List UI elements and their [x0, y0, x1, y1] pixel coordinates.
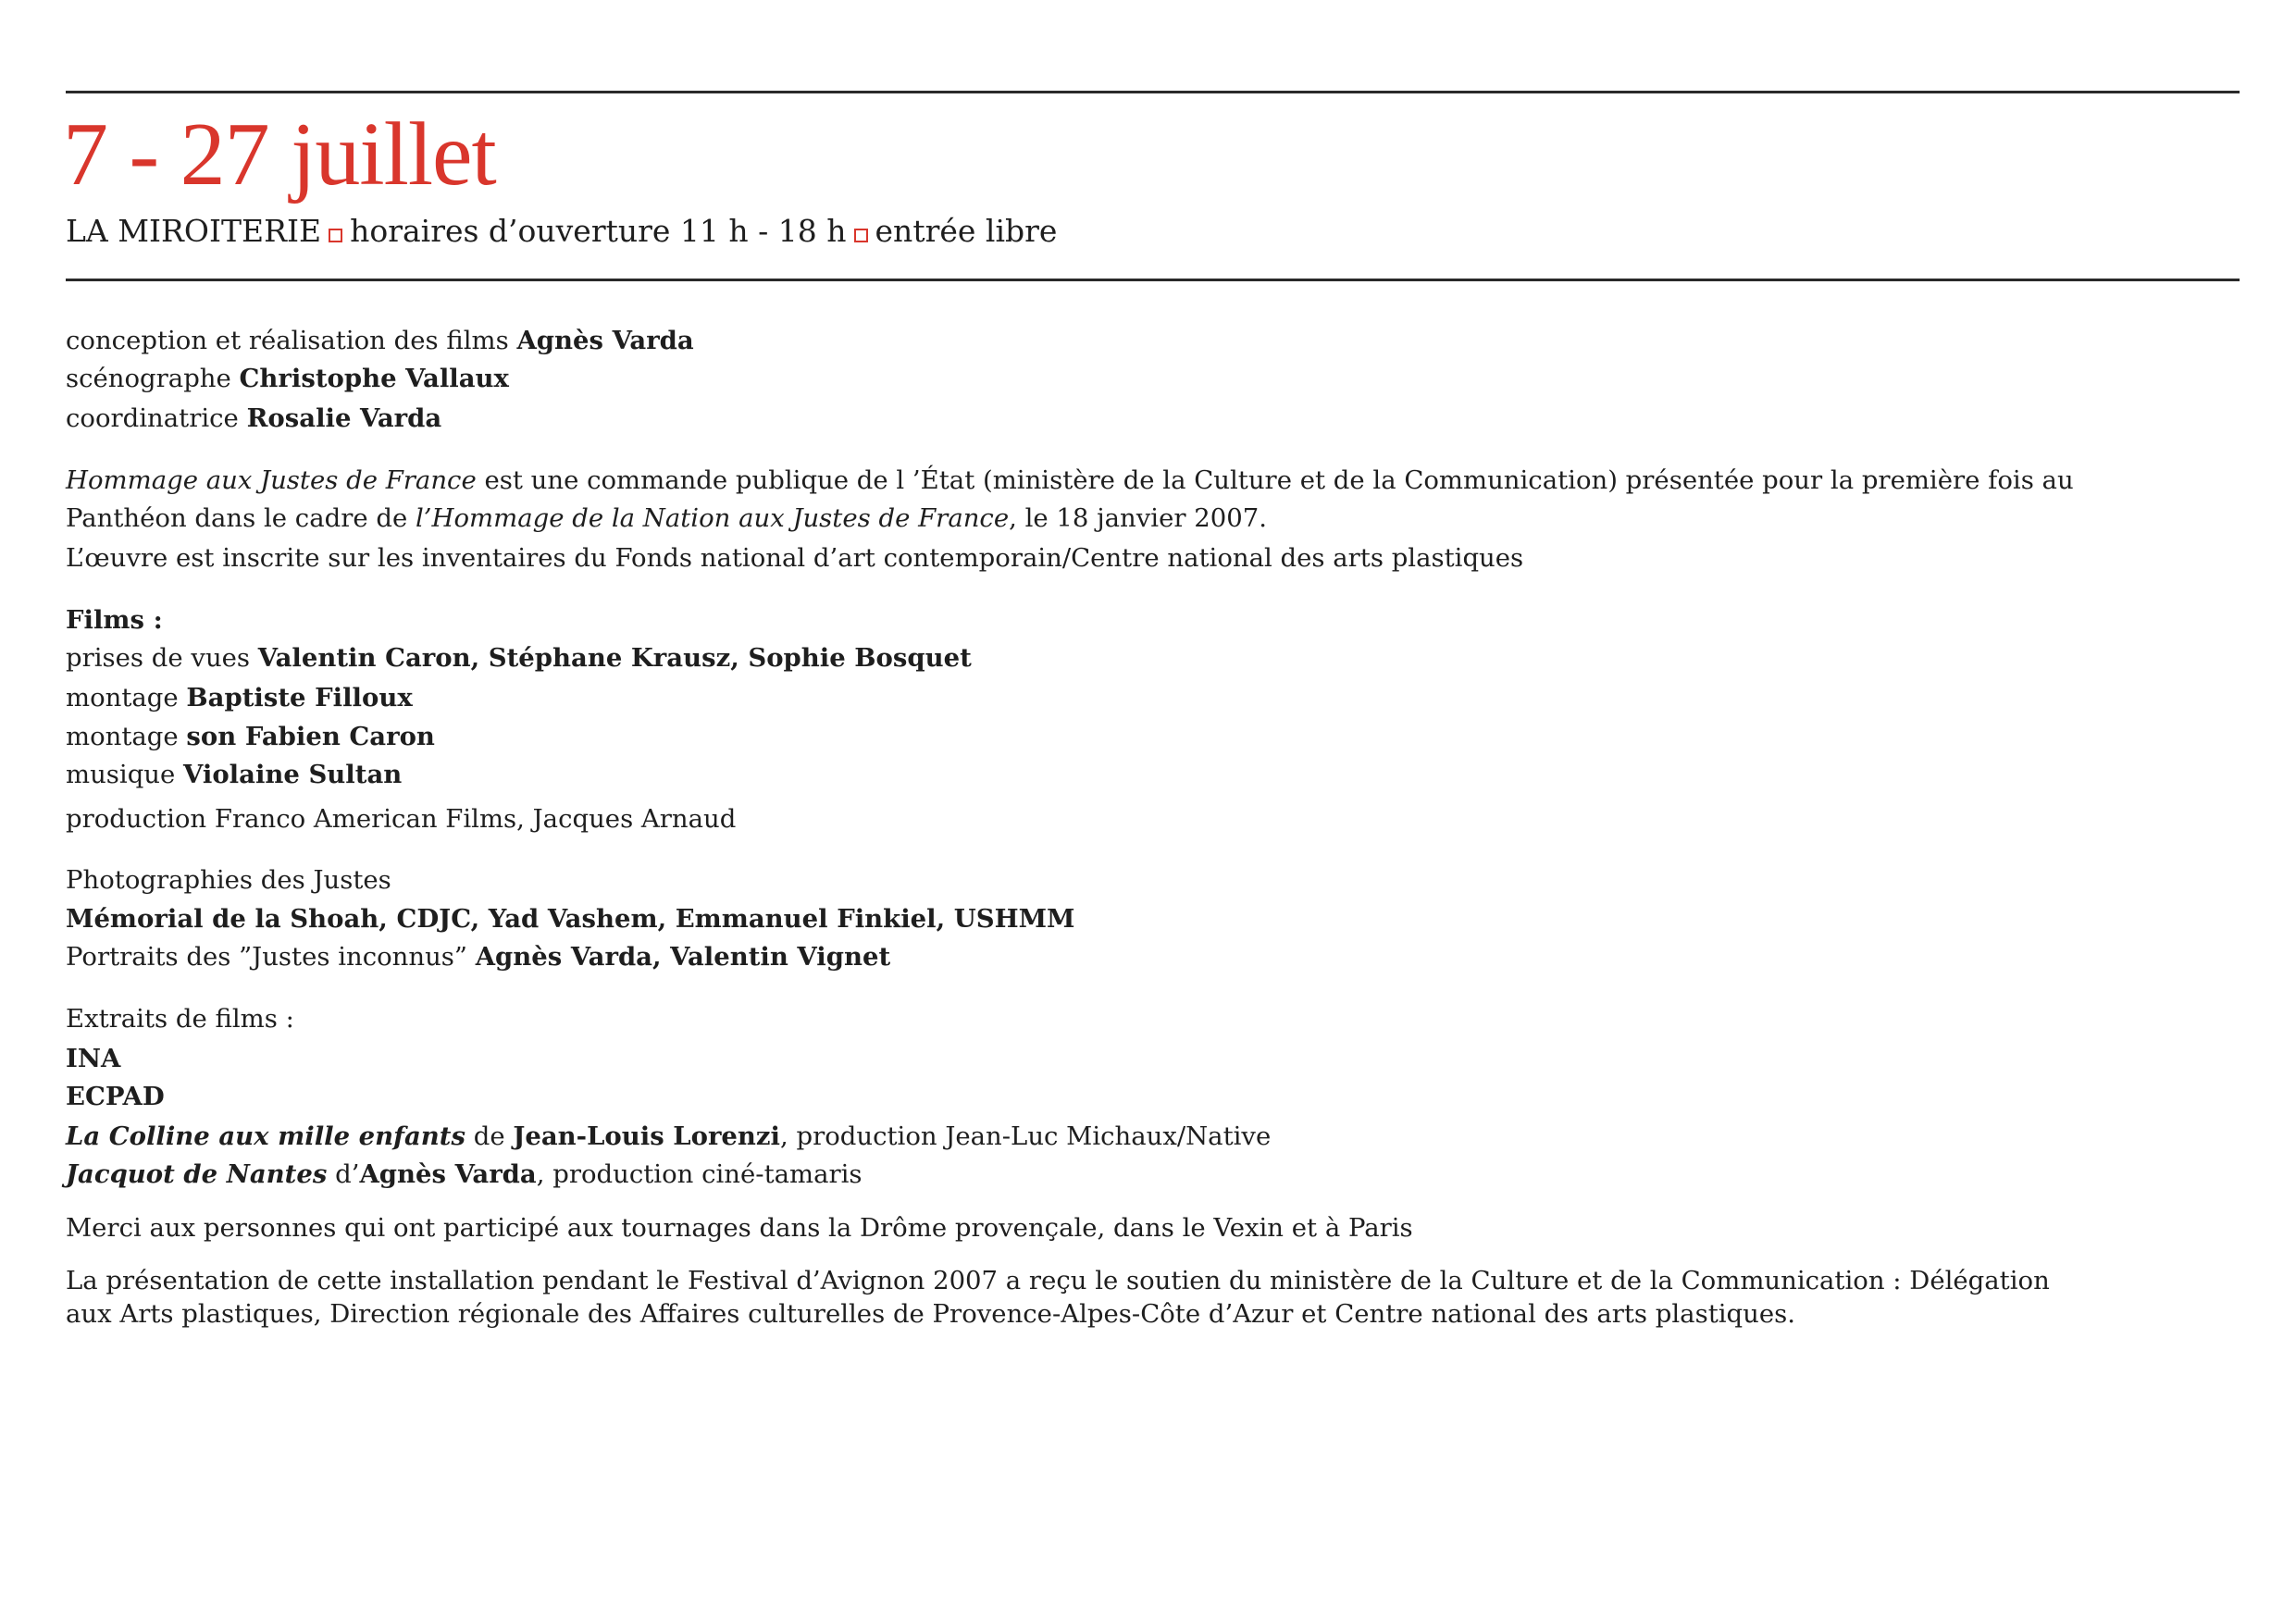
- text-line: Panthéon dans le cadre de l’Hommage de l…: [66, 502, 1267, 535]
- text-line: montage Baptiste Filloux: [66, 681, 413, 714]
- text-segment: son Fabien Caron: [186, 722, 435, 751]
- text-line: Hommage aux Justes de France est une com…: [66, 464, 2074, 497]
- text-line: musique Violaine Sultan: [66, 758, 402, 791]
- bottom-rule: [66, 279, 2240, 281]
- text-line: La présentation de cette installation pe…: [66, 1264, 2050, 1297]
- text-segment: d’: [327, 1159, 360, 1189]
- text-line: La Colline aux mille enfants de Jean-Lou…: [66, 1120, 1271, 1153]
- text-segment: Merci aux personnes qui ont participé au…: [66, 1213, 1413, 1243]
- text-line: INA: [66, 1042, 120, 1075]
- text-segment: ECPAD: [66, 1082, 165, 1111]
- text-segment: de: [465, 1121, 514, 1151]
- text-segment: INA: [66, 1044, 121, 1073]
- text-segment: Mémorial de la Shoah, CDJC, Yad Vashem, …: [66, 904, 1075, 934]
- text-segment: Portraits des ”Justes inconnus”: [66, 942, 476, 972]
- text-segment: Jean-Louis Lorenzi: [513, 1121, 780, 1151]
- admission: entrée libre: [875, 213, 1058, 249]
- text-line: Extraits de films :: [66, 1002, 294, 1035]
- text-segment: Agnès Varda: [516, 326, 694, 355]
- text-segment: Films :: [66, 605, 163, 635]
- text-line: Merci aux personnes qui ont participé au…: [66, 1211, 1413, 1245]
- text-line: ECPAD: [66, 1080, 165, 1113]
- text-segment: Valentin Caron, Stéphane Krausz, Sophie …: [257, 643, 972, 673]
- text-segment: , production ciné-tamaris: [536, 1159, 863, 1189]
- opening-hours: horaires d’ouverture 11 h - 18 h: [350, 213, 847, 249]
- text-segment: , le 18 janvier 2007.: [1009, 503, 1267, 533]
- text-line: montage son Fabien Caron: [66, 720, 435, 753]
- text-segment: coordinatrice: [66, 403, 247, 433]
- text-line: Mémorial de la Shoah, CDJC, Yad Vashem, …: [66, 902, 1074, 935]
- text-line: Photographies des Justes: [66, 863, 391, 897]
- venue: LA MIROITERIE: [66, 213, 322, 249]
- text-segment: Rosalie Varda: [246, 403, 442, 433]
- text-segment: Panthéon dans le cadre de: [66, 503, 416, 533]
- text-segment: aux Arts plastiques, Direction régionale…: [66, 1299, 1795, 1329]
- text-line: Films :: [66, 603, 163, 637]
- text-segment: , production Jean-Luc Michaux/Native: [780, 1121, 1272, 1151]
- square-bullet-icon: [853, 229, 868, 242]
- text-segment: Agnès Varda: [359, 1159, 537, 1189]
- text-segment: Hommage aux Justes de France: [66, 465, 477, 495]
- text-segment: La Colline aux mille enfants: [66, 1121, 465, 1151]
- text-segment: Jacquot de Nantes: [66, 1159, 328, 1189]
- text-line: scénographe Christophe Vallaux: [66, 362, 509, 395]
- text-line: Portraits des ”Justes inconnus” Agnès Va…: [66, 940, 890, 973]
- text-segment: prises de vues: [66, 643, 258, 673]
- text-segment: La présentation de cette installation pe…: [66, 1266, 2050, 1295]
- text-segment: scénographe: [66, 364, 240, 393]
- square-bullet-icon: [329, 229, 343, 242]
- text-segment: montage: [66, 722, 187, 751]
- text-line: Jacquot de Nantes d’Agnès Varda, product…: [66, 1158, 863, 1191]
- top-rule: [66, 91, 2240, 93]
- date-title: 7 - 27 juillet: [63, 105, 497, 204]
- text-segment: est une commande publique de l ’État (mi…: [476, 465, 2074, 495]
- subtitle: LA MIROITERIE horaires d’ouverture 11 h -…: [66, 211, 1057, 252]
- text-segment: musique: [66, 760, 184, 789]
- text-segment: Baptiste Filloux: [186, 683, 413, 712]
- text-line: aux Arts plastiques, Direction régionale…: [66, 1297, 1795, 1331]
- text-segment: conception et réalisation des films: [66, 326, 517, 355]
- text-line: production Franco American Films, Jacque…: [66, 802, 736, 836]
- text-segment: production Franco American Films, Jacque…: [66, 804, 737, 834]
- text-segment: Christophe Vallaux: [239, 364, 509, 393]
- text-segment: l’Hommage de la Nation aux Justes de Fra…: [415, 503, 1010, 533]
- text-segment: Photographies des Justes: [66, 865, 391, 895]
- text-segment: L’œuvre est inscrite sur les inventaires…: [66, 543, 1524, 573]
- text-line: prises de vues Valentin Caron, Stéphane …: [66, 641, 972, 675]
- text-segment: Violaine Sultan: [183, 760, 403, 789]
- text-segment: Extraits de films :: [66, 1004, 294, 1034]
- text-line: L’œuvre est inscrite sur les inventaires…: [66, 541, 1523, 575]
- text-line: conception et réalisation des films Agnè…: [66, 324, 694, 357]
- text-segment: Agnès Varda, Valentin Vignet: [475, 942, 891, 972]
- text-line: coordinatrice Rosalie Varda: [66, 402, 441, 435]
- text-segment: montage: [66, 683, 187, 712]
